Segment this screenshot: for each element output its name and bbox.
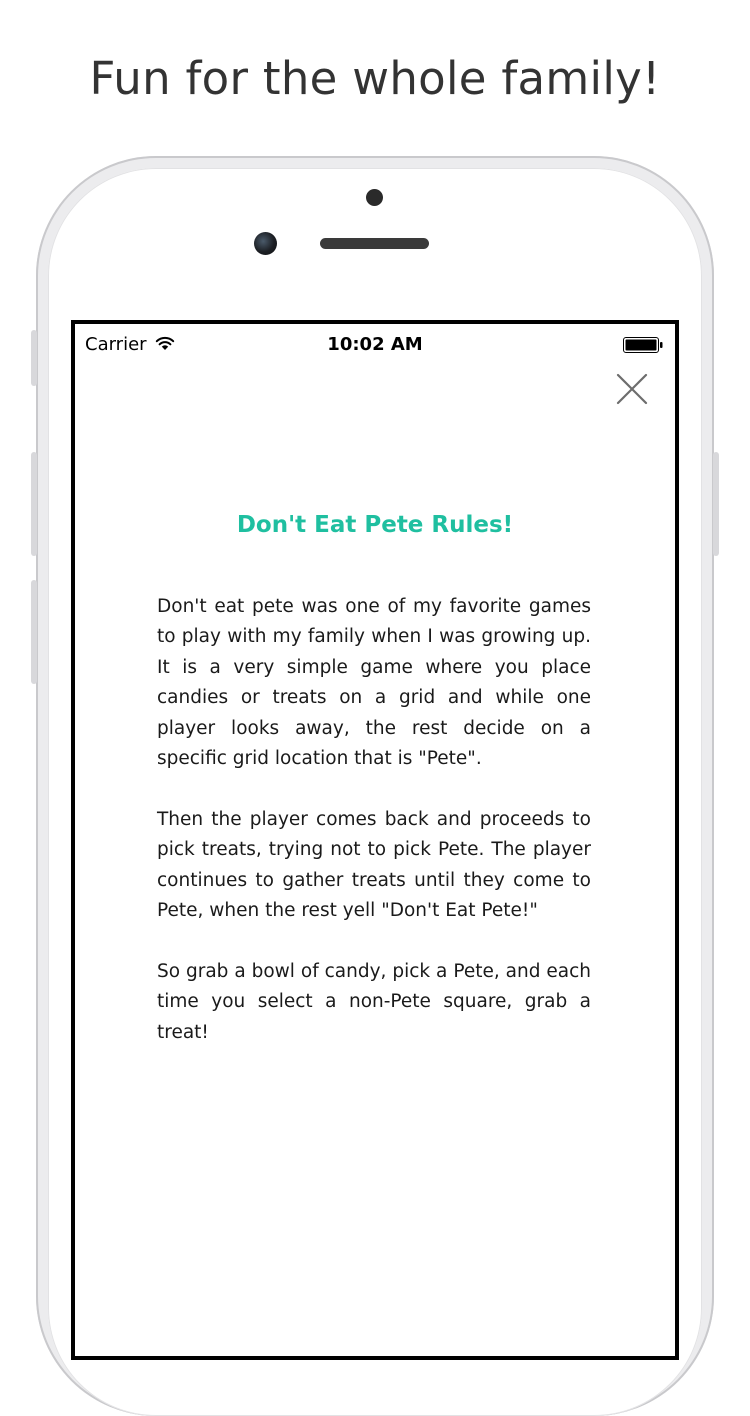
mute-switch [31, 330, 37, 386]
phone-screen: Carrier 10:02 AM Don't Eat Pete Rules! D… [71, 320, 679, 1360]
front-camera [254, 232, 277, 255]
volume-up-button [31, 452, 37, 556]
rules-body: Don't eat pete was one of my favorite ga… [157, 592, 591, 1078]
rules-paragraph: Then the player comes back and proceeds … [157, 808, 591, 922]
rules-paragraph: Don't eat pete was one of my favorite ga… [157, 596, 591, 770]
headline: Fun for the whole family! [89, 52, 661, 105]
proximity-sensor [366, 189, 383, 206]
volume-down-button [31, 580, 37, 684]
rules-title: Don't Eat Pete Rules! [236, 512, 514, 538]
earpiece-speaker [320, 238, 429, 249]
status-time: 10:02 AM [327, 334, 423, 355]
battery-icon [623, 337, 663, 353]
screen-content: Carrier 10:02 AM Don't Eat Pete Rules! D… [75, 324, 675, 1356]
power-button [713, 452, 719, 556]
close-icon[interactable] [615, 372, 649, 406]
status-bar: Carrier 10:02 AM [75, 324, 675, 364]
rules-paragraph: So grab a bowl of candy, pick a Pete, an… [157, 960, 591, 1043]
